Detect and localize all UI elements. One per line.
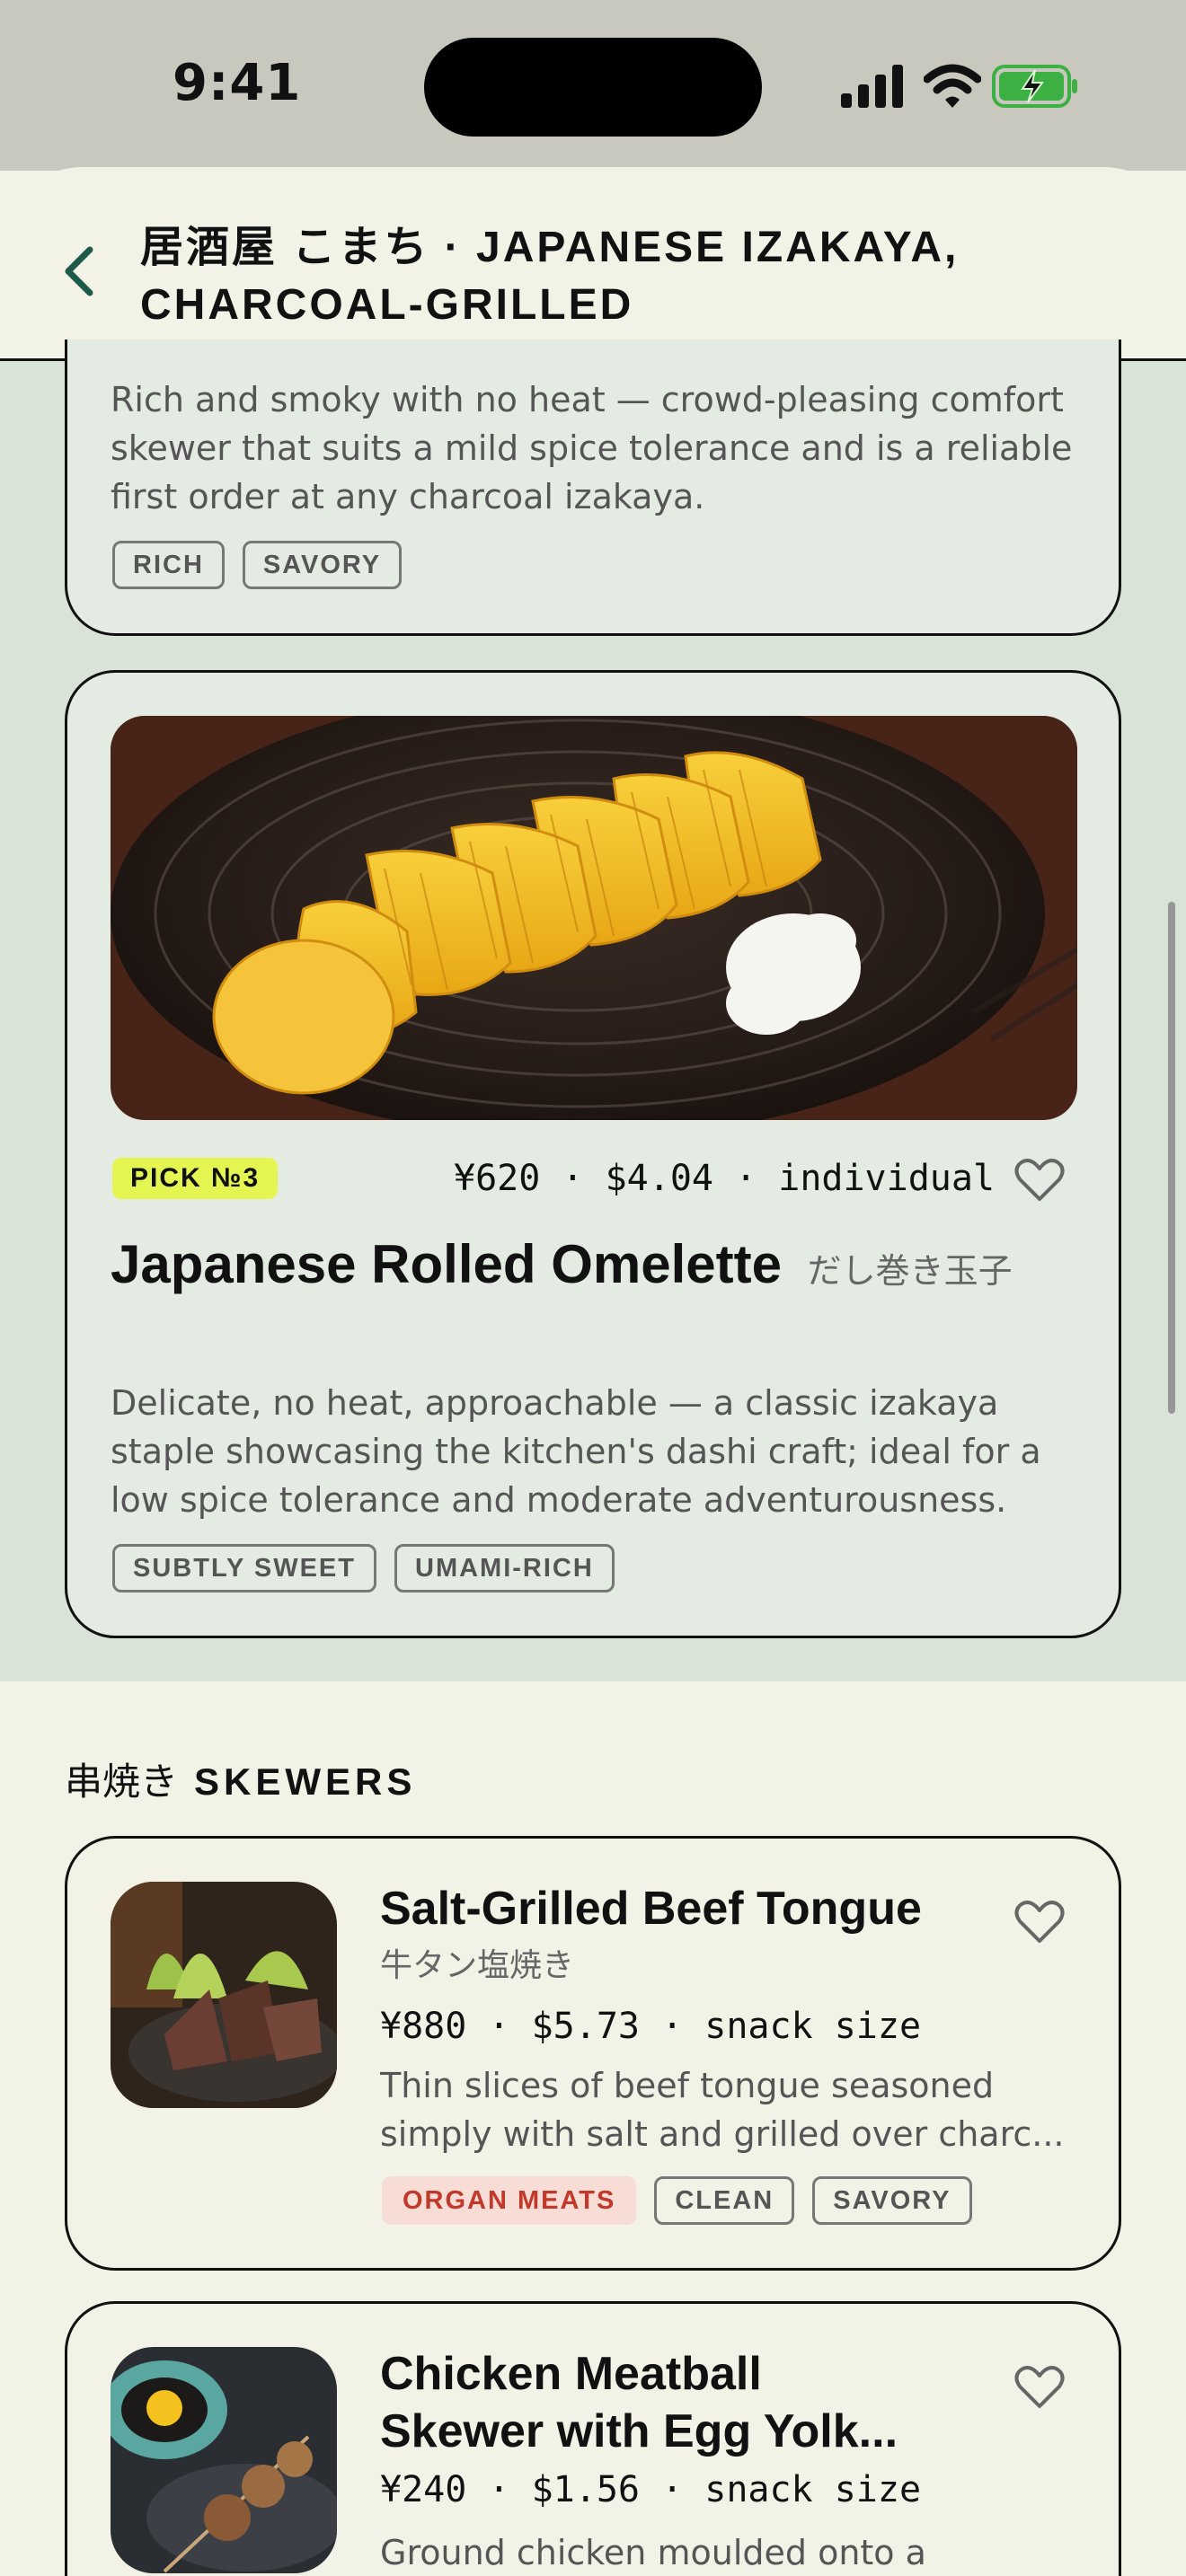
dish-description-text: Thin slices of beef tongue seasoned simp… xyxy=(380,2066,1065,2154)
status-bar: 9:41 xyxy=(0,0,1186,171)
beef-tongue-photo xyxy=(111,1882,337,2108)
dish-description: Thin slices of beef tongue seasoned simp… xyxy=(380,2061,1090,2158)
section-heading-skewers: 串焼き SKEWERS xyxy=(65,1751,416,1806)
section-title-en: SKEWERS xyxy=(194,1760,417,1803)
dish-name-jp: 牛タン塩焼き xyxy=(380,1947,575,1984)
rolled-omelette-photo xyxy=(111,716,1077,1120)
dish-name: Chicken Meatball Skewer with Egg Yolk... xyxy=(380,2348,898,2457)
dish-description: Rich and smoky with no heat — crowd-plea… xyxy=(111,380,1073,516)
favorite-heart-icon[interactable] xyxy=(1014,1158,1065,1203)
dish-description: Delicate, no heat, approachable — a clas… xyxy=(111,1383,1041,1520)
dish-name: Japanese Rolled Omelette xyxy=(111,1234,782,1294)
dish-price: ¥880 · $5.73 · snack size xyxy=(380,2006,922,2047)
menu-item-card[interactable]: Chicken Meatball Skewer with Egg Yolk...… xyxy=(65,2301,1121,2576)
section-title-jp: 串焼き xyxy=(65,1760,179,1804)
dish-name: Salt-Grilled Beef Tongue xyxy=(380,1883,922,1935)
dish-description: Ground chicken moulded onto a xyxy=(380,2533,926,2572)
featured-pick-card[interactable]: PICK №3 ¥620 · $4.04 · individual Japane… xyxy=(65,670,1121,1638)
battery-charging-icon xyxy=(992,65,1077,108)
dynamic-island xyxy=(424,38,762,137)
dish-price: ¥240 · $1.56 · snack size xyxy=(380,2469,922,2510)
dish-tags: ORGAN MEATS CLEAN SAVORY xyxy=(382,2176,972,2225)
screen: 9:41 居酒屋 こまち · JAPANESE IZAKAYA, CHARCOA… xyxy=(0,0,1186,2576)
cellular-signal-icon xyxy=(841,65,903,108)
dish-title: Japanese Rolled Omelette だし巻き玉子 xyxy=(111,1230,1090,1306)
back-chevron-icon[interactable] xyxy=(58,244,101,298)
previous-pick-card[interactable]: Rich and smoky with no heat — crowd-plea… xyxy=(65,340,1121,636)
scrollbar[interactable] xyxy=(1168,902,1175,1414)
tag-organ-meats: ORGAN MEATS xyxy=(382,2176,637,2225)
status-time: 9:41 xyxy=(173,54,302,112)
menu-item-card[interactable]: Salt-Grilled Beef Tongue 牛タン塩焼き ¥880 · $… xyxy=(65,1836,1121,2271)
tag-clean: CLEAN xyxy=(654,2176,795,2225)
page-title: 居酒屋 こまち · JAPANESE IZAKAYA, CHARCOAL-GRI… xyxy=(140,224,960,329)
tag-umami-rich: UMAMI-RICH xyxy=(394,1544,615,1592)
tag-rich: RICH xyxy=(112,541,225,589)
dish-tags: RICH SAVORY xyxy=(112,541,403,589)
wifi-icon xyxy=(924,64,981,108)
pick-badge: PICK №3 xyxy=(112,1158,279,1199)
tag-savory: SAVORY xyxy=(812,2176,972,2225)
favorite-heart-icon[interactable] xyxy=(1014,2365,1065,2410)
tag-savory: SAVORY xyxy=(242,541,403,589)
dish-name-jp: だし巻き玉子 xyxy=(807,1251,1013,1291)
dish-tags: SUBTLY SWEET UMAMI-RICH xyxy=(112,1544,615,1592)
favorite-heart-icon[interactable] xyxy=(1014,1900,1065,1945)
page-header: 居酒屋 こまち · JAPANESE IZAKAYA, CHARCOAL-GRI… xyxy=(0,167,1186,361)
tag-subtly-sweet: SUBTLY SWEET xyxy=(112,1544,376,1592)
dish-price: ¥620 · $4.04 · individual xyxy=(454,1158,996,1199)
chicken-meatball-photo xyxy=(111,2347,337,2573)
